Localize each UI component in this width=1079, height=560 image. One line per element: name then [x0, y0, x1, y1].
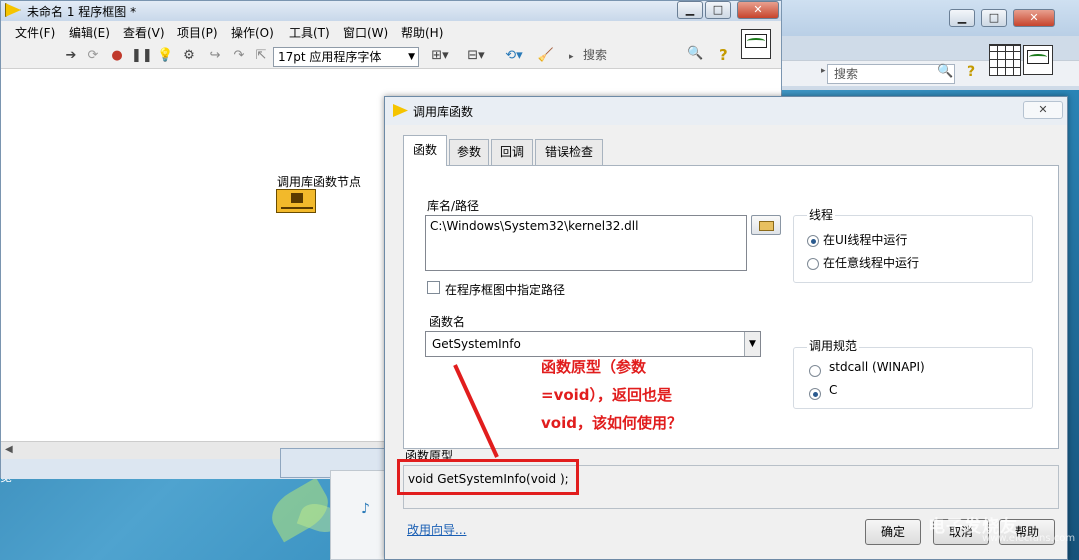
chevron-down-icon[interactable]: ▼: [744, 332, 760, 356]
labview-logo-icon: [5, 3, 21, 17]
annotation-text: 函数原型（参数 =void），返回也是 void，该如何使用？: [541, 353, 711, 437]
background-window: ▁ □ ✕ ▸ 搜索 🔍 ?: [780, 0, 1079, 90]
main-title-bar: 未命名 1 程序框图 * ▁ □ ✕: [1, 1, 781, 21]
call-library-dialog: 调用库函数 ✕ 函数 参数 回调 错误检查 库名/路径 C:\Windows\S…: [384, 96, 1068, 560]
dialog-close-button[interactable]: ✕: [1023, 101, 1063, 119]
menu-bar: 文件(F) 编辑(E) 查看(V) 项目(P) 操作(O) 工具(T) 窗口(W…: [1, 21, 781, 43]
bg-maximize-button[interactable]: □: [981, 9, 1007, 27]
run-arrow-icon[interactable]: ➔: [63, 48, 79, 64]
annotation-line: =void），返回也是: [541, 386, 673, 404]
abort-icon[interactable]: ●: [109, 48, 125, 64]
call-library-node-icon[interactable]: [276, 189, 316, 213]
menu-project[interactable]: 项目(P): [177, 24, 218, 41]
func-name-label: 函数名: [429, 315, 466, 329]
menu-window[interactable]: 窗口(W): [343, 24, 388, 41]
reorder-icon[interactable]: ⟲▾: [501, 48, 527, 64]
radio-stdcall[interactable]: [809, 365, 821, 377]
func-name-value: GetSystemInfo: [432, 337, 521, 351]
step-out-icon[interactable]: ⇱: [253, 48, 269, 64]
labview-logo-icon: [393, 104, 408, 117]
calling-convention-group: [793, 347, 1033, 409]
step-into-icon[interactable]: ↪: [207, 48, 223, 64]
tab-function[interactable]: 函数: [403, 135, 447, 166]
radio-ui-thread[interactable]: [807, 235, 819, 247]
search-input[interactable]: 搜索: [577, 46, 705, 66]
retain-wire-values-icon[interactable]: ⚙: [181, 48, 197, 64]
ok-button[interactable]: 确定: [865, 519, 921, 545]
toolbar: ➔ ⟳ ● ❚❚ 💡 ⚙ ↪ ↷ ⇱ 17pt 应用程序字体 ▼ ⊞▾ ⊟▾ ⟲…: [1, 43, 781, 69]
radio-c[interactable]: [809, 388, 821, 400]
bg-search-arrow-icon: ▸: [821, 66, 826, 76]
bg-help-icon[interactable]: ?: [967, 64, 975, 80]
dialog-title: 调用库函数: [413, 105, 474, 119]
bg-search-icon[interactable]: 🔍: [937, 64, 953, 79]
menu-help[interactable]: 帮助(H): [401, 24, 443, 41]
cleanup-diagram-icon[interactable]: 🧹: [535, 48, 557, 64]
music-note-icon: ♪: [361, 501, 370, 517]
dialog-title-bar: 调用库函数: [385, 97, 1067, 125]
distribute-objects-icon[interactable]: ⊟▾: [463, 48, 489, 64]
menu-operate[interactable]: 操作(O): [231, 24, 274, 41]
scroll-left-icon[interactable]: ◀: [5, 444, 13, 455]
connector-pane-icon[interactable]: [989, 44, 1021, 76]
folder-icon: [759, 221, 774, 231]
wizard-link[interactable]: 改用向导...: [407, 521, 466, 538]
font-select[interactable]: 17pt 应用程序字体 ▼: [273, 47, 419, 67]
thread-group: [793, 215, 1033, 283]
bg-close-button[interactable]: ✕: [1013, 9, 1055, 27]
browse-button[interactable]: [751, 215, 781, 235]
bg-search-input[interactable]: 搜索: [827, 64, 955, 84]
search-icon[interactable]: 🔍: [687, 46, 703, 61]
minimize-button[interactable]: ▁: [677, 1, 703, 19]
menu-edit[interactable]: 编辑(E): [69, 24, 110, 41]
main-vi-icon[interactable]: [741, 29, 771, 59]
help-icon[interactable]: ?: [719, 46, 728, 64]
maximize-button[interactable]: □: [705, 1, 731, 19]
chevron-down-icon: ▼: [408, 52, 415, 62]
bg-minimize-button[interactable]: ▁: [949, 9, 975, 27]
tab-parameters[interactable]: 参数: [449, 139, 489, 165]
radio-ui-thread-label: 在UI线程中运行: [823, 233, 908, 247]
window-title: 未命名 1 程序框图 *: [27, 5, 137, 19]
radio-c-label: C: [829, 383, 838, 397]
menu-tools[interactable]: 工具(T): [289, 24, 330, 41]
step-over-icon[interactable]: ↷: [231, 48, 247, 64]
tab-error-checking[interactable]: 错误检查: [535, 139, 603, 165]
vi-icon[interactable]: [1023, 45, 1053, 75]
menu-view[interactable]: 查看(V): [123, 24, 165, 41]
radio-stdcall-label: stdcall (WINAPI): [829, 360, 925, 374]
calling-convention-label: 调用规范: [807, 337, 860, 354]
thread-group-label: 线程: [807, 206, 836, 223]
node-label: 调用库函数节点: [277, 175, 362, 189]
run-continuous-icon[interactable]: ⟳: [85, 48, 101, 64]
radio-any-thread-label: 在任意线程中运行: [823, 256, 920, 270]
annotation-line: void，该如何使用？: [541, 414, 682, 432]
highlight-execution-icon[interactable]: 💡: [157, 48, 173, 64]
menu-file[interactable]: 文件(F): [15, 24, 55, 41]
align-objects-icon[interactable]: ⊞▾: [427, 48, 453, 64]
search-arrow-icon: ▸: [569, 52, 574, 62]
lib-path-label: 库名/路径: [427, 199, 480, 213]
watermark-url: www.elecfans.com: [982, 533, 1076, 544]
close-button[interactable]: ✕: [737, 1, 779, 19]
specify-path-label: 在程序框图中指定路径: [445, 283, 566, 297]
taskbar-items: ♪: [330, 470, 386, 560]
annotation-line: 函数原型（参数: [541, 358, 647, 376]
pause-icon[interactable]: ❚❚: [131, 48, 153, 64]
annotation-arrow: [453, 364, 499, 458]
radio-any-thread[interactable]: [807, 258, 819, 270]
annotation-highlight-box: [397, 459, 579, 495]
lib-path-input[interactable]: C:\Windows\System32\kernel32.dll: [425, 215, 747, 271]
font-select-value: 17pt 应用程序字体: [278, 50, 382, 64]
tab-callbacks[interactable]: 回调: [491, 139, 533, 165]
specify-path-checkbox[interactable]: [427, 281, 440, 294]
